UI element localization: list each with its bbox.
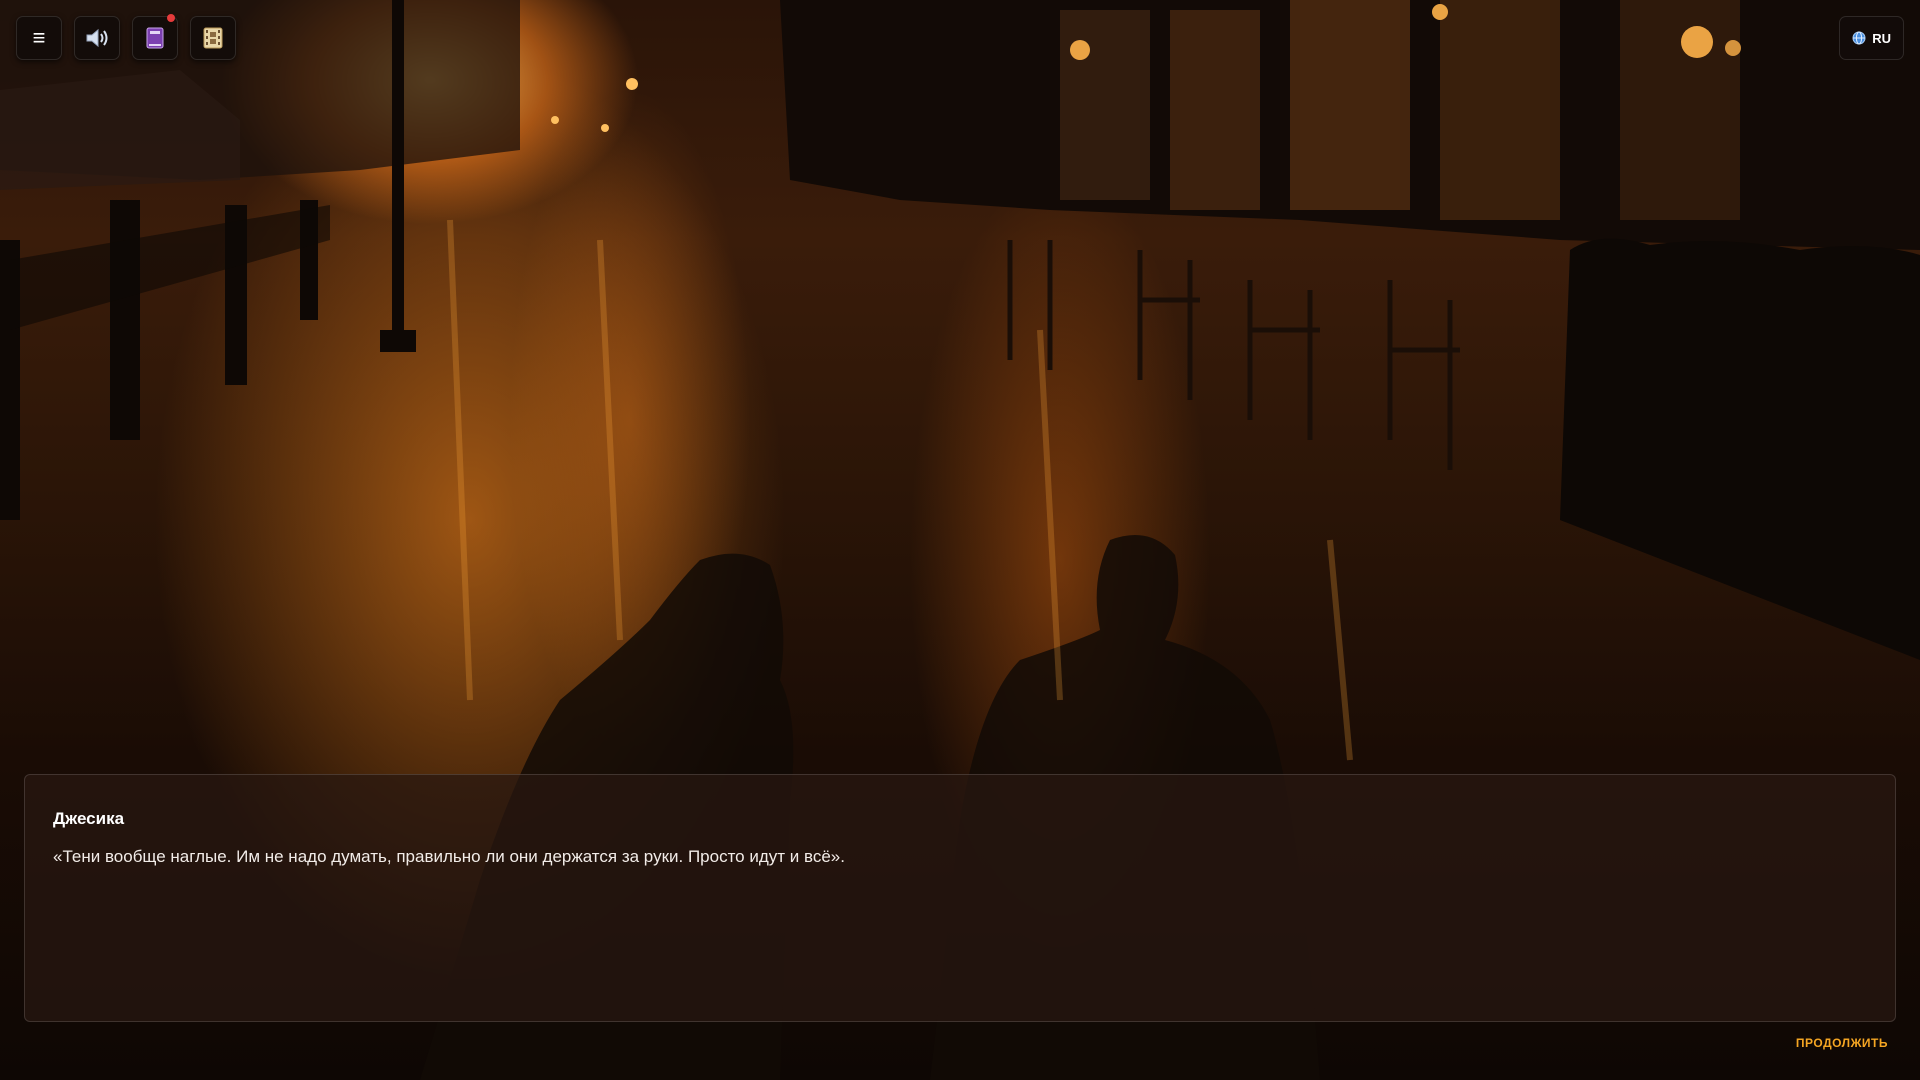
speaker-name: Джесика — [53, 809, 125, 828]
dialogue-text: «Тени вообще наглые. Им не надо думать, … — [53, 847, 845, 866]
hamburger-menu-icon: ≡ — [32, 25, 46, 50]
menu-button[interactable]: ≡ — [16, 16, 62, 60]
language-label: RU — [1872, 30, 1891, 46]
sound-button[interactable] — [74, 16, 120, 60]
notification-dot — [167, 14, 175, 22]
journal-button[interactable] — [132, 14, 178, 60]
speaker-icon — [86, 28, 108, 48]
game-scene: ≡ RU Джесика «Тени вообще наглые. Им не … — [0, 0, 1920, 1080]
top-toolbar: ≡ — [16, 14, 236, 60]
continue-button[interactable]: ПРОДОЛЖИТЬ — [1796, 1036, 1888, 1050]
book-icon — [146, 27, 164, 49]
dialogue-box[interactable]: Джесика «Тени вообще наглые. Им не надо … — [24, 774, 1896, 1022]
language-button[interactable]: RU — [1839, 16, 1904, 60]
globe-icon — [1852, 31, 1866, 45]
film-icon — [203, 27, 223, 49]
gallery-button[interactable] — [190, 16, 236, 60]
